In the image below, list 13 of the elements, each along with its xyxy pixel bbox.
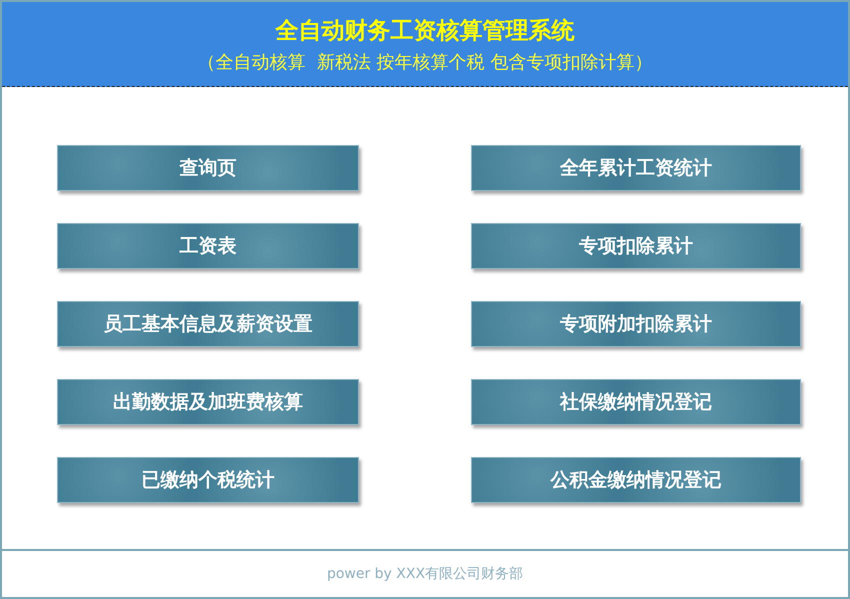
menu-button[interactable]: 专项扣除累计 (471, 223, 801, 269)
menu-button[interactable]: 员工基本信息及薪资设置 (57, 301, 359, 347)
menu-button[interactable]: 已缴纳个税统计 (57, 457, 359, 503)
menu-button[interactable]: 工资表 (57, 223, 359, 269)
menu-button[interactable]: 出勤数据及加班费核算 (57, 379, 359, 425)
menu-button[interactable]: 专项附加扣除累计 (471, 301, 801, 347)
menu-button[interactable]: 全年累计工资统计 (471, 145, 801, 191)
menu-button[interactable]: 公积金缴纳情况登记 (471, 457, 801, 503)
menu-button[interactable]: 社保缴纳情况登记 (471, 379, 801, 425)
app-subtitle: （全自动核算 新税法 按年核算个税 包含专项扣除计算） (198, 50, 652, 74)
footer-credit: power by XXX有限公司财务部 (326, 565, 524, 583)
app-title: 全自动财务工资核算管理系统 (276, 16, 574, 46)
menu-button[interactable]: 查询页 (57, 145, 359, 191)
